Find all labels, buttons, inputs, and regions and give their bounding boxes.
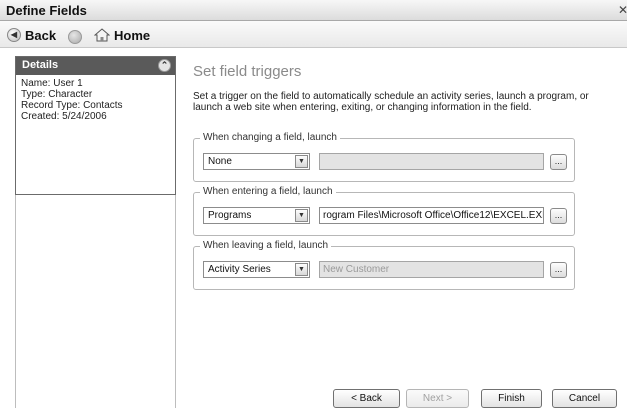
group-legend: When changing a field, launch <box>200 132 340 143</box>
window-title: Define Fields <box>6 3 87 18</box>
select-value: Activity Series <box>208 264 271 275</box>
page-description: Set a trigger on the field to automatica… <box>193 91 589 113</box>
leaving-browse-button[interactable]: ... <box>550 262 567 278</box>
detail-value: Contacts <box>83 100 123 111</box>
details-header[interactable]: Details ⌃ <box>16 57 175 75</box>
collapse-chevrons-icon[interactable]: ⌃ <box>158 59 171 72</box>
detail-label: Type: <box>21 89 46 100</box>
detail-value: Character <box>48 89 93 100</box>
page-title: Set field triggers <box>193 63 302 80</box>
title-bar: Define Fields ✕ <box>0 0 627 21</box>
detail-row: Name: User 1 <box>21 78 170 89</box>
navigation-bar: ◀ Back Home <box>0 21 627 48</box>
leaving-launch-select[interactable]: Activity Series ▼ <box>203 261 310 278</box>
group-legend: When entering a field, launch <box>200 186 336 197</box>
detail-row: Record Type: Contacts <box>21 100 170 111</box>
cancel-button[interactable]: Cancel <box>552 389 617 408</box>
details-panel: Details ⌃ Name: User 1 Type: Character R… <box>15 56 176 195</box>
back-button[interactable]: ◀ Back <box>7 26 56 44</box>
detail-value: User 1 <box>53 78 83 89</box>
entering-browse-button[interactable]: ... <box>550 208 567 224</box>
detail-row: Type: Character <box>21 89 170 100</box>
forward-arrow-icon <box>68 30 82 44</box>
select-value: Programs <box>208 210 252 221</box>
select-value: None <box>208 156 232 167</box>
detail-value: 5/24/2006 <box>62 111 107 122</box>
dropdown-arrow-icon[interactable]: ▼ <box>295 263 308 276</box>
detail-row: Created: 5/24/2006 <box>21 111 170 122</box>
home-button[interactable]: Home <box>94 26 150 44</box>
home-label: Home <box>114 27 151 43</box>
changing-launch-select[interactable]: None ▼ <box>203 153 310 170</box>
close-icon[interactable]: ✕ <box>618 3 627 17</box>
entering-field-group: When entering a field, launch Programs ▼… <box>193 186 575 236</box>
dropdown-arrow-icon[interactable]: ▼ <box>295 209 308 222</box>
entering-launch-select[interactable]: Programs ▼ <box>203 207 310 224</box>
home-icon <box>94 28 110 42</box>
group-legend: When leaving a field, launch <box>200 240 332 251</box>
dropdown-arrow-icon[interactable]: ▼ <box>295 155 308 168</box>
details-body: Name: User 1 Type: Character Record Type… <box>16 75 175 125</box>
detail-label: Record Type: <box>21 100 81 111</box>
changing-field-group: When changing a field, launch None ▼ ... <box>193 132 575 182</box>
finish-button[interactable]: Finish <box>481 389 542 408</box>
back-label: Back <box>25 27 57 43</box>
forward-button[interactable] <box>68 28 82 46</box>
entering-target-field[interactable]: rogram Files\Microsoft Office\Office12\E… <box>319 207 544 224</box>
detail-label: Name: <box>21 78 51 89</box>
changing-target-field[interactable] <box>319 153 544 170</box>
back-wizard-button[interactable]: < Back <box>333 389 400 408</box>
leaving-field-group: When leaving a field, launch Activity Se… <box>193 240 575 290</box>
left-column-frame <box>15 195 176 408</box>
details-title: Details <box>22 59 59 71</box>
next-button[interactable]: Next > <box>406 389 469 408</box>
changing-browse-button[interactable]: ... <box>550 154 567 170</box>
detail-label: Created: <box>21 111 60 122</box>
leaving-target-field[interactable]: New Customer <box>319 261 544 278</box>
back-arrow-icon: ◀ <box>7 28 21 42</box>
